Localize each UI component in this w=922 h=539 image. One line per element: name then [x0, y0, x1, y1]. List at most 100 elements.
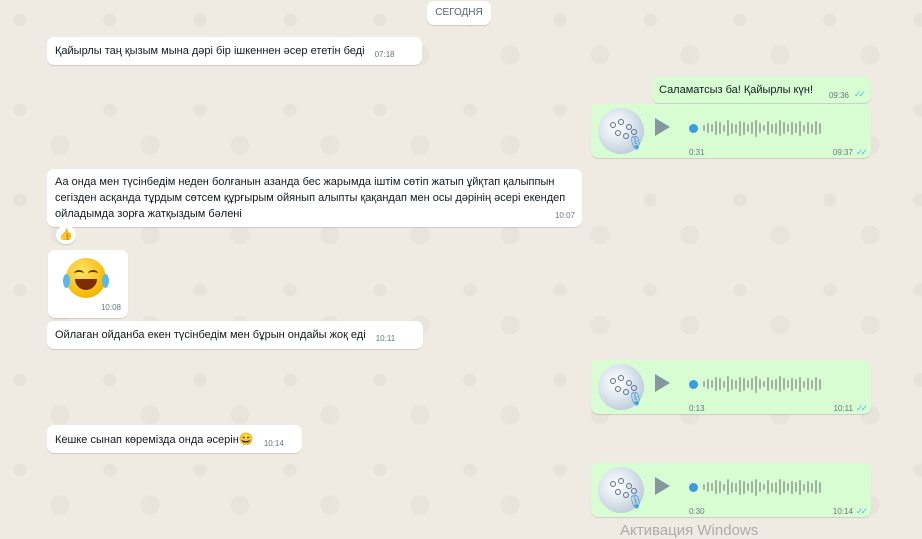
waveform-bar	[787, 124, 789, 132]
waveform-bar	[795, 123, 797, 133]
message-text: Аа онда мен түсінбедім неден болғанын аз…	[55, 176, 566, 220]
waveform-bar	[815, 480, 817, 494]
waveform-bar	[815, 377, 817, 391]
outgoing-message[interactable]: Саламатсыз ба! Қайырлы күн! 09:36 ✓✓	[652, 77, 871, 103]
play-icon[interactable]	[655, 118, 670, 136]
voice-message[interactable]: 🎙 0:30 10:14 ✓✓	[591, 463, 871, 517]
message-time: 07:18	[374, 50, 395, 59]
waveform-bar	[719, 481, 721, 493]
mic-icon: 🎙	[627, 135, 644, 150]
voice-message[interactable]: 🎙 0:31 09:37 ✓✓	[591, 104, 871, 158]
waveform-bar	[751, 378, 753, 390]
waveform-bar	[751, 481, 753, 493]
waveform-bar	[719, 378, 721, 390]
waveform-bar	[759, 123, 761, 133]
waveform-bar	[739, 479, 741, 495]
reaction-badge[interactable]: 👍	[56, 226, 76, 244]
waveform-bar	[799, 479, 801, 495]
waveform-bar	[807, 378, 809, 390]
message-text: Қайырлы таң қызым мына дәрі бір ішкеннен…	[55, 45, 365, 57]
waveform-seekbar[interactable]	[689, 118, 853, 138]
waveform-bar	[747, 483, 749, 491]
windows-activation-watermark: Активация Windows	[620, 522, 759, 539]
incoming-message[interactable]: Аа онда мен түсінбедім неден болғанын аз…	[47, 169, 582, 227]
double-check-icon: ✓✓	[853, 89, 866, 99]
waveform-bar	[795, 379, 797, 389]
waveform-bar	[731, 378, 733, 390]
seek-knob[interactable]	[689, 123, 698, 133]
waveform-bar	[727, 120, 729, 136]
waveform-bar	[771, 123, 773, 133]
waveform-bar	[735, 379, 737, 389]
waveform-bar	[763, 484, 765, 490]
message-time: 10:14	[263, 439, 284, 448]
waveform-bar	[707, 379, 709, 389]
waveform-bar	[727, 376, 729, 392]
message-text: Саламатсыз ба! Қайырлы күн!	[659, 84, 813, 96]
message-time: 10:11	[375, 334, 396, 343]
message-text: Кешке сынап көремізда онда әсерін	[55, 434, 239, 446]
voice-message[interactable]: 🎙 0:13 10:11 ✓✓	[591, 360, 871, 414]
waveform-bar	[715, 480, 717, 494]
waveform-bar	[723, 483, 725, 491]
message-text: Ойлаған ойданба екен түсінбедім мен бұры…	[55, 329, 366, 341]
waveform-bar	[715, 121, 717, 135]
waveform-bar	[803, 124, 805, 132]
waveform-bar	[711, 483, 713, 491]
waveform-bar	[811, 123, 813, 133]
incoming-message[interactable]: Қайырлы таң қызым мына дәрі бір ішкеннен…	[47, 37, 422, 65]
voice-duration: 0:31	[689, 148, 705, 157]
incoming-message[interactable]: Кешке сынап көремізда онда әсерін😄 10:14	[47, 425, 302, 453]
double-check-icon: ✓✓	[855, 147, 868, 157]
waveform-bar	[799, 120, 801, 136]
waveform-bar	[731, 122, 733, 134]
waveform-bar	[767, 121, 769, 135]
waveform-bar	[783, 481, 785, 493]
play-icon[interactable]	[655, 477, 670, 495]
waveform-bar	[759, 379, 761, 389]
waveform-bar	[703, 381, 705, 387]
waveform-bar	[803, 380, 805, 388]
message-time: 10:11 ✓✓	[833, 403, 868, 413]
waveform-bar	[787, 380, 789, 388]
waveform-bar	[707, 482, 709, 492]
waveform-bar	[751, 122, 753, 134]
play-icon[interactable]	[655, 374, 670, 392]
waveform-bar	[775, 481, 777, 493]
waveform-bar	[783, 378, 785, 390]
waveform-bar	[791, 480, 793, 494]
waveform-bar	[719, 122, 721, 134]
waveform-bar	[755, 119, 757, 137]
message-time: 10:08	[100, 303, 121, 312]
waveform-bar	[735, 123, 737, 133]
message-time: 09:37 ✓✓	[832, 147, 868, 157]
waveform-bar	[747, 380, 749, 388]
waveform-bar	[723, 124, 725, 132]
waveform-seekbar[interactable]	[689, 477, 853, 497]
waveform-bar	[707, 123, 709, 133]
waveform-bar	[723, 380, 725, 388]
waveform-bar	[799, 376, 801, 392]
seek-knob[interactable]	[689, 482, 698, 492]
sticker-message[interactable]: 10:08	[48, 250, 128, 318]
incoming-message[interactable]: Ойлаған ойданба екен түсінбедім мен бұры…	[47, 321, 423, 349]
waveform-bar	[763, 381, 765, 387]
waveform-bar	[791, 121, 793, 135]
waveform-bar	[775, 122, 777, 134]
waveform-bar	[703, 484, 705, 490]
waveform-bar	[743, 121, 745, 135]
waveform-bar	[779, 120, 781, 136]
waveform-bar	[787, 483, 789, 491]
voice-duration: 0:30	[689, 507, 705, 516]
waveform-bar	[767, 377, 769, 391]
waveform-bar	[771, 379, 773, 389]
waveform-seekbar[interactable]	[689, 374, 853, 394]
waveform-bar	[703, 125, 705, 131]
waveform-bar	[811, 482, 813, 492]
waveform-bar	[743, 377, 745, 391]
waveform-bar	[711, 380, 713, 388]
message-time: 10:07	[554, 211, 575, 220]
seek-knob[interactable]	[689, 379, 698, 389]
waveform-bar	[735, 482, 737, 492]
waveform-bar	[791, 377, 793, 391]
